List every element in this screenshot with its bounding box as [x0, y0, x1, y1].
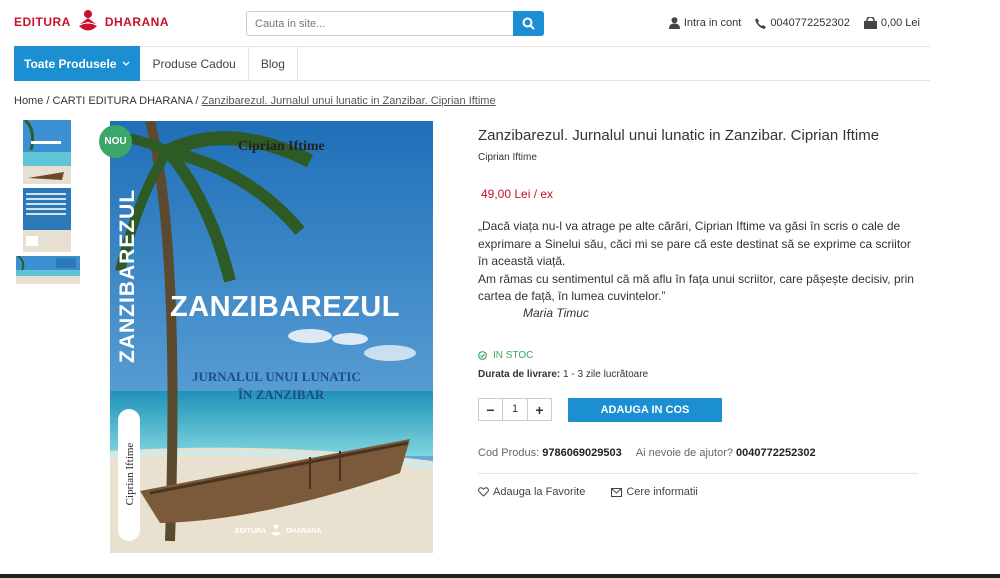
search-box	[246, 11, 544, 36]
thumbnail-gallery	[16, 120, 80, 288]
search-icon	[522, 17, 535, 30]
quantity-stepper: − 1 +	[478, 398, 552, 421]
help-contact: Ai nevoie de ajutor? 0040772252302	[636, 447, 816, 459]
envelope-icon	[611, 487, 623, 497]
product-author[interactable]: Ciprian Iftime	[478, 152, 537, 163]
delivery-value: 1 - 3 zile lucrătoare	[563, 369, 649, 380]
breadcrumb-current[interactable]: Zanzibarezul. Jurnalul unui lunatic in Z…	[202, 95, 496, 107]
thumbnail-back-cover[interactable]	[16, 188, 71, 252]
all-products-label: Toate Produsele	[24, 56, 117, 71]
stock-status: IN STOC	[478, 350, 533, 361]
quantity-input[interactable]: 1	[502, 399, 528, 420]
add-to-cart-button[interactable]: ADAUGA IN COS	[568, 398, 722, 422]
divider	[478, 473, 918, 474]
product-codes: Cod Produs: 9786069029503 Ai nevoie de a…	[478, 447, 816, 459]
cart-link[interactable]: 0,00 Lei	[863, 17, 920, 29]
logo-lotus-icon	[78, 10, 97, 31]
delivery-label: Durata de livrare:	[478, 369, 561, 380]
delivery-info: Durata de livrare: 1 - 3 zile lucrătoare	[478, 369, 648, 380]
product-actions: Adauga la Favorite Cere informatii	[478, 486, 698, 498]
logo-text-right: DHARANA	[104, 15, 170, 29]
request-info-label: Cere informatii	[626, 486, 698, 498]
decrease-quantity-button[interactable]: −	[479, 402, 502, 418]
description-paragraph-2: Am rămas cu sentimentul că mă aflu în fa…	[478, 271, 914, 304]
book-cover-illustration	[110, 121, 433, 553]
cart-total: 0,00 Lei	[880, 17, 920, 29]
cover-title: ZANZIBAREZUL	[170, 291, 400, 323]
product-code-label: Cod Produs:	[478, 447, 540, 459]
product-price: 49,00 Lei / ex	[481, 187, 554, 201]
search-button[interactable]	[513, 11, 544, 36]
product-cover-image[interactable]: Ciprian Iftime ZANZIBAREZUL ZANZIBAREZUL…	[110, 121, 433, 553]
phone-icon	[755, 17, 767, 29]
cover-vertical-author: Ciprian Iftime	[124, 442, 136, 506]
top-links: Intra in cont 0040772252302 0,00 Lei	[668, 17, 920, 29]
product-code-value: 9786069029503	[542, 447, 622, 459]
cover-publisher-logo: EDITURA DHARANA	[235, 524, 322, 538]
account-link[interactable]: Intra in cont	[668, 17, 742, 29]
breadcrumb-separator: /	[195, 95, 199, 107]
breadcrumb-category[interactable]: CARTI EDITURA DHARANA	[53, 95, 193, 107]
breadcrumb: Home / CARTI EDITURA DHARANA / Zanzibare…	[14, 95, 496, 107]
window-bottom-border	[0, 574, 1000, 578]
thumbnail-full-spread[interactable]	[16, 256, 80, 284]
check-circle-icon	[478, 351, 487, 360]
chevron-down-icon	[123, 61, 130, 66]
phone-number: 0040772252302	[770, 17, 850, 29]
help-phone[interactable]: 0040772252302	[736, 447, 816, 459]
add-to-favorites-link[interactable]: Adauga la Favorite	[478, 486, 585, 498]
cover-subtitle-line1: JURNALUL UNUI LUNATIC	[192, 369, 361, 384]
favorites-label: Adauga la Favorite	[493, 486, 586, 498]
nav-item-gifts[interactable]: Produse Cadou	[140, 47, 249, 80]
cover-publisher-left: EDITURA	[235, 527, 267, 535]
cover-publisher-right: DHARANA	[286, 527, 322, 535]
product-code: Cod Produs: 9786069029503	[478, 447, 622, 459]
breadcrumb-separator: /	[46, 95, 50, 107]
main-nav: Toate Produsele Produse Cadou Blog	[14, 46, 930, 81]
product-title: Zanzibarezul. Jurnalul unui lunatic in Z…	[478, 127, 880, 144]
top-header: EDITURA DHARANA Intra in cont	[0, 0, 1000, 46]
cover-vertical-title: ZANZIBAREZUL	[116, 188, 139, 363]
phone-link[interactable]: 0040772252302	[755, 17, 850, 29]
nav-item-blog[interactable]: Blog	[249, 47, 298, 80]
description-paragraph-1: „Dacă viața nu-l va atrage pe alte cărăr…	[478, 219, 911, 268]
breadcrumb-home[interactable]: Home	[14, 95, 43, 107]
all-products-menu[interactable]: Toate Produsele	[14, 46, 141, 81]
product-description: „Dacă viața nu-l va atrage pe alte cărăr…	[478, 218, 923, 306]
description-signature: Maria Timuc	[523, 306, 589, 320]
increase-quantity-button[interactable]: +	[528, 402, 551, 418]
account-label: Intra in cont	[683, 17, 742, 29]
cover-corner-lotus-icon	[121, 525, 135, 540]
logo-text-left: EDITURA	[14, 15, 71, 29]
shopping-bag-icon	[863, 17, 877, 29]
help-label: Ai nevoie de ajutor?	[635, 447, 733, 459]
new-badge: NOU	[99, 125, 132, 158]
cover-author: Ciprian Iftime	[238, 139, 325, 154]
thumbnail-front-cover[interactable]	[16, 120, 71, 184]
cover-subtitle-line2: ÎN ZANZIBAR	[238, 387, 325, 402]
stock-label: IN STOC	[493, 350, 534, 361]
search-input[interactable]	[247, 12, 513, 35]
lotus-icon	[271, 524, 281, 536]
request-info-link[interactable]: Cere informatii	[611, 486, 698, 498]
site-logo[interactable]: EDITURA DHARANA	[14, 9, 169, 35]
heart-icon	[478, 487, 489, 497]
user-icon	[668, 17, 680, 29]
